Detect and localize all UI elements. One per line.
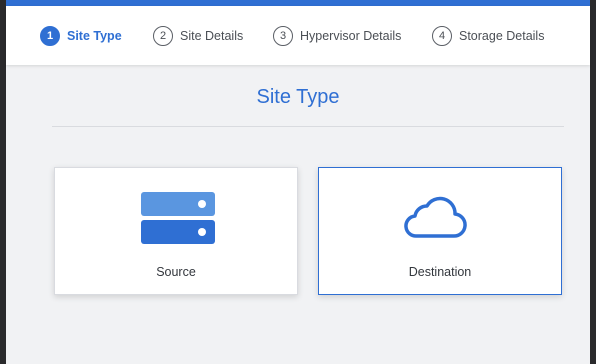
step-number-badge: 3 (273, 26, 293, 46)
source-option-card[interactable]: Source (54, 167, 298, 295)
source-option-label: Source (156, 265, 196, 279)
step-label: Hypervisor Details (300, 29, 402, 43)
step-number-badge: 2 (153, 26, 173, 46)
destination-option-card[interactable]: Destination (318, 167, 562, 295)
step-site-type[interactable]: 1 Site Type (40, 25, 122, 47)
server-icon (141, 192, 215, 244)
wizard-window: 1 Site Type 2 Site Details 3 Hypervisor … (6, 0, 590, 364)
step-number-badge: 1 (40, 26, 60, 46)
title-divider (52, 126, 564, 127)
cloud-icon (404, 196, 467, 238)
wizard-stepper: 1 Site Type 2 Site Details 3 Hypervisor … (6, 6, 590, 65)
step-number-badge: 4 (432, 26, 452, 46)
step-label: Site Type (67, 29, 122, 43)
step-label: Site Details (180, 29, 244, 43)
step-hypervisor-details[interactable]: 3 Hypervisor Details (273, 25, 401, 47)
step-site-details[interactable]: 2 Site Details (153, 25, 243, 47)
destination-option-label: Destination (408, 265, 472, 279)
page-title: Site Type (256, 86, 340, 108)
step-label: Storage Details (459, 29, 545, 43)
step-storage-details[interactable]: 4 Storage Details (432, 25, 544, 47)
